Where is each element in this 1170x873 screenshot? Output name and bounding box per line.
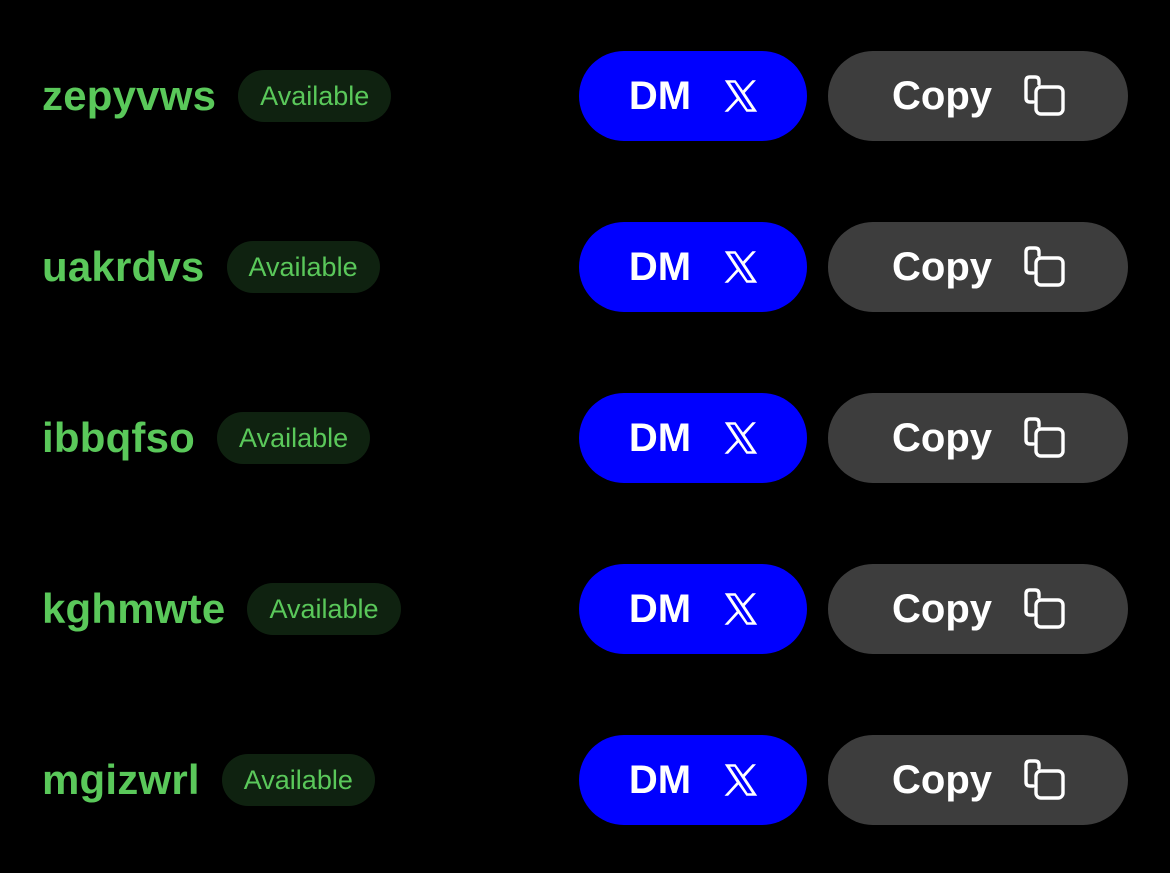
username: kghmwte	[42, 585, 226, 632]
username-group: zepyvws Available	[42, 51, 392, 141]
copy-button-label: Copy	[892, 757, 992, 802]
copy-icon	[1024, 246, 1065, 287]
copy-icon	[1024, 759, 1065, 800]
x-logo-icon	[724, 764, 758, 796]
username: ibbqfso	[42, 414, 196, 461]
x-logo-icon	[724, 422, 758, 454]
dm-button-label: DM	[628, 73, 692, 118]
status-badge: Available	[221, 754, 375, 806]
dm-button[interactable]: DM	[579, 51, 807, 141]
x-logo-icon	[724, 593, 758, 625]
dm-button[interactable]: DM	[579, 735, 807, 825]
copy-button-label: Copy	[892, 586, 992, 631]
status-badge: Available	[217, 412, 371, 464]
status-badge: Available	[226, 241, 380, 293]
username-group: kghmwte Available	[42, 564, 401, 654]
username-list: zepyvws Available DM Copy uakrdvs Availa…	[0, 0, 1170, 873]
copy-button[interactable]: Copy	[828, 222, 1128, 312]
copy-button-label: Copy	[892, 244, 992, 289]
dm-button-label: DM	[628, 586, 692, 631]
list-item: uakrdvs Available DM Copy	[0, 222, 1170, 312]
copy-button[interactable]: Copy	[828, 564, 1128, 654]
dm-button[interactable]: DM	[579, 393, 807, 483]
username: uakrdvs	[42, 243, 205, 290]
username-group: ibbqfso Available	[42, 393, 371, 483]
copy-button[interactable]: Copy	[828, 735, 1128, 825]
username-group: mgizwrl Available	[42, 735, 375, 825]
username: zepyvws	[42, 72, 217, 119]
copy-button-label: Copy	[892, 415, 992, 460]
dm-button[interactable]: DM	[579, 564, 807, 654]
copy-button[interactable]: Copy	[828, 393, 1128, 483]
status-badge: Available	[238, 70, 392, 122]
list-item: zepyvws Available DM Copy	[0, 51, 1170, 141]
status-badge: Available	[247, 583, 401, 635]
dm-button-label: DM	[628, 244, 692, 289]
copy-icon	[1024, 588, 1065, 629]
list-item: mgizwrl Available DM Copy	[0, 735, 1170, 825]
copy-icon	[1024, 75, 1065, 116]
copy-button-label: Copy	[892, 73, 992, 118]
username: mgizwrl	[42, 756, 200, 803]
list-item: ibbqfso Available DM Copy	[0, 393, 1170, 483]
x-logo-icon	[724, 80, 758, 112]
dm-button-label: DM	[628, 757, 692, 802]
list-item: kghmwte Available DM Copy	[0, 564, 1170, 654]
dm-button-label: DM	[628, 415, 692, 460]
copy-button[interactable]: Copy	[828, 51, 1128, 141]
username-group: uakrdvs Available	[42, 222, 380, 312]
x-logo-icon	[724, 251, 758, 283]
copy-icon	[1024, 417, 1065, 458]
dm-button[interactable]: DM	[579, 222, 807, 312]
